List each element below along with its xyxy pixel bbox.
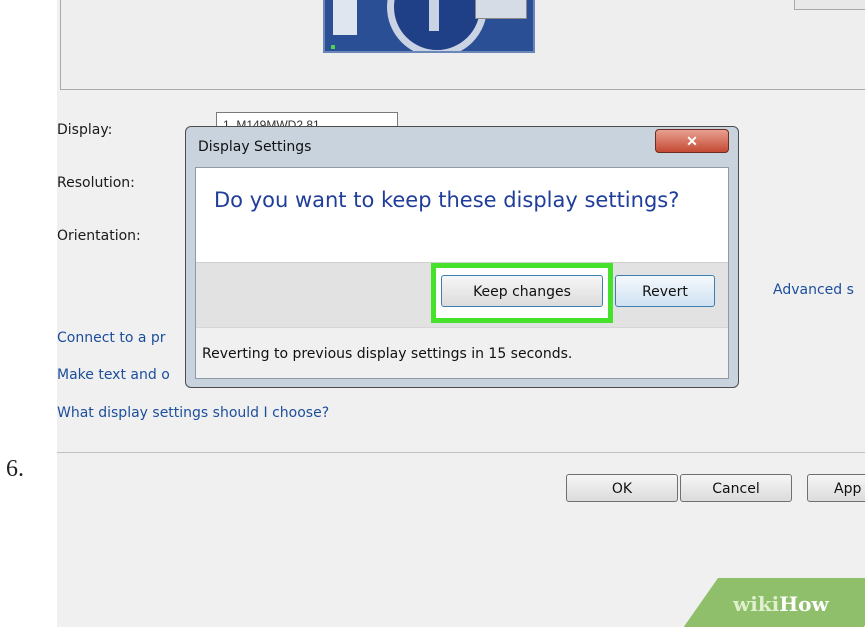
advanced-settings-link[interactable]: Advanced s [773, 282, 854, 298]
wikihow-logo-how: How [779, 592, 829, 616]
cancel-button[interactable]: Cancel [680, 474, 792, 502]
status-dot-icon [331, 45, 335, 49]
monitor-number-one-icon [429, 0, 439, 31]
wikihow-logo: wikiHow [733, 592, 829, 616]
dialog-body: Do you want to keep these display settin… [195, 167, 729, 379]
close-icon: ✕ [686, 133, 698, 149]
identify-detect-button[interactable] [794, 0, 865, 10]
which-settings-link[interactable]: What display settings should I choose? [57, 405, 329, 421]
dialog-title: Display Settings [198, 139, 312, 155]
apply-button[interactable]: App [807, 474, 865, 502]
wikihow-logo-wiki: wiki [733, 592, 780, 616]
monitor-preview-panel [60, 0, 865, 90]
orientation-label: Orientation: [57, 228, 141, 244]
display-settings-dialog: Display Settings ✕ Do you want to keep t… [185, 126, 739, 388]
display-label: Display: [57, 122, 113, 138]
dialog-question: Do you want to keep these display settin… [214, 188, 680, 212]
ok-button[interactable]: OK [566, 474, 678, 502]
step-number: 6. [6, 456, 24, 482]
window-thumbnail-icon [475, 0, 527, 19]
keep-changes-button[interactable]: Keep changes [441, 275, 603, 307]
connect-projector-link[interactable]: Connect to a pr [57, 330, 166, 346]
dialog-footer: Reverting to previous display settings i… [196, 327, 728, 378]
monitor-icon[interactable] [323, 0, 535, 53]
window-thumbnail-icon [333, 0, 357, 35]
separator [57, 452, 865, 453]
revert-button[interactable]: Revert [615, 275, 715, 307]
dialog-button-strip: Keep changes Revert [196, 262, 728, 328]
countdown-text: Reverting to previous display settings i… [202, 346, 573, 362]
make-text-larger-link[interactable]: Make text and o [57, 367, 170, 383]
close-button[interactable]: ✕ [655, 129, 729, 153]
resolution-label: Resolution: [57, 175, 135, 191]
